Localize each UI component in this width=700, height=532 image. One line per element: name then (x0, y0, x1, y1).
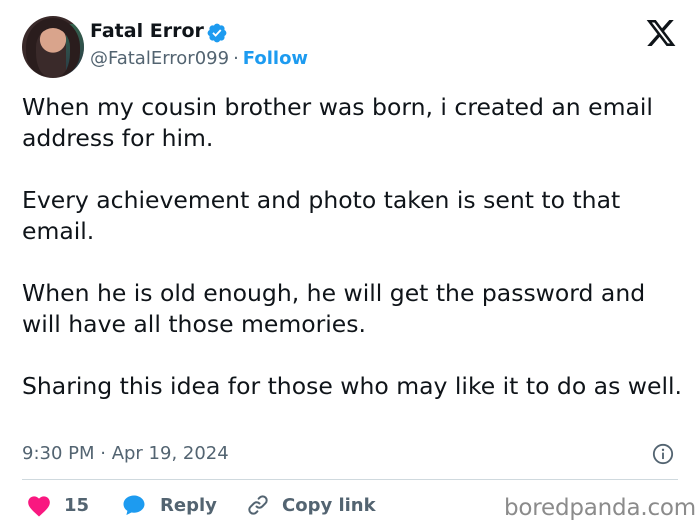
author-handle[interactable]: @FatalError099 (90, 48, 229, 69)
heart-icon (28, 496, 50, 517)
tweet-paragraph: Sharing this idea for those who may like… (22, 372, 682, 400)
copy-link-button[interactable]: Copy link (246, 490, 376, 520)
info-icon[interactable] (652, 443, 674, 465)
follow-button[interactable]: Follow (243, 48, 308, 69)
watermark: boredpanda.com (504, 495, 696, 521)
tweet-paragraph: When my cousin brother was born, i creat… (22, 93, 653, 152)
tweet-card: Fatal Error @FatalError099 · Follow When m… (0, 0, 700, 532)
reply-button[interactable]: Reply (122, 490, 217, 520)
tweet-text: When my cousin brother was born, i creat… (22, 92, 682, 402)
separator-dot: · (233, 48, 239, 69)
author-handle-row: @FatalError099 · Follow (90, 48, 308, 69)
author-display-name[interactable]: Fatal Error (90, 20, 204, 42)
tweet-timestamp[interactable]: 9:30 PM · Apr 19, 2024 (22, 443, 229, 464)
avatar-hair (26, 18, 80, 76)
like-button[interactable]: 15 (26, 490, 89, 520)
tweet-paragraph: When he is old enough, he will get the p… (22, 279, 646, 338)
reply-bubble-icon (123, 495, 145, 515)
reply-label: Reply (160, 494, 217, 516)
copy-link-label: Copy link (282, 494, 376, 516)
verified-badge-icon (207, 23, 227, 43)
tweet-paragraph: Every achievement and photo taken is sen… (22, 186, 621, 245)
x-logo-icon[interactable] (645, 18, 677, 48)
author-avatar[interactable] (22, 16, 84, 78)
divider (22, 479, 678, 480)
like-count: 15 (64, 494, 90, 516)
link-icon (248, 495, 268, 515)
